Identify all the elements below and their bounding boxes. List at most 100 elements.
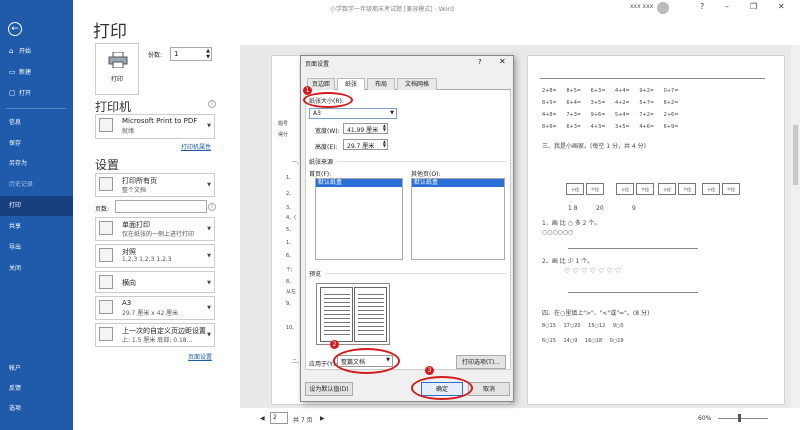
user-name[interactable]: xxx xxx: [630, 3, 653, 10]
maximize-button[interactable]: ❐: [750, 2, 757, 11]
spin-arrows-icon[interactable]: ▲ ▼: [206, 48, 210, 60]
spin-arrows-icon[interactable]: ▲ ▼: [383, 124, 386, 132]
copies-label: 份数:: [148, 52, 163, 59]
sides-select[interactable]: 单面打印 仅在纸张的一侧上进行打印 ▼: [95, 217, 215, 241]
dialog-title: 页面设置: [305, 61, 330, 68]
settings-heading: 设置: [95, 158, 120, 172]
avatar[interactable]: [657, 2, 669, 14]
rule: [568, 248, 698, 249]
zoom-level: 60%: [698, 415, 712, 422]
sidebar-item-save-as[interactable]: 另存为: [0, 154, 73, 174]
annotation-circle-ok: [411, 376, 473, 400]
rule: [540, 78, 765, 79]
pages-input[interactable]: [115, 200, 207, 213]
annotation-badge-1: 1: [303, 86, 312, 95]
sidebar-item-print[interactable]: 打印: [0, 196, 73, 216]
preview-label: 预览: [309, 271, 322, 278]
close-icon[interactable]: ✕: [499, 57, 506, 66]
sidebar-item-close[interactable]: 关闭: [0, 259, 73, 279]
thumbnail-page: [354, 287, 387, 342]
sidebar-item-history[interactable]: 历史记录: [0, 175, 73, 195]
first-page-tray-list[interactable]: 默认纸盒: [315, 178, 403, 260]
title-bar: 小学数学一年级期末考试题 [兼容模式] - Word xxx xxx ? – ❐…: [0, 0, 800, 16]
list-item[interactable]: 默认纸盒: [412, 179, 504, 187]
chevron-down-icon: ▼: [207, 305, 211, 311]
printer-heading: 打印机: [95, 100, 132, 114]
orientation-select[interactable]: 横向 ▼: [95, 271, 215, 293]
preview-page-right: 2+8= 8+5= 6+3= 4+4= 9+2= 0+7= 8+5= 6+4= …: [527, 55, 785, 405]
collate-icon: [99, 248, 113, 262]
sidebar-item-open[interactable]: ▢ 打开: [0, 83, 73, 103]
dialog-tabs: 页边距 纸张 布局 文档网格: [305, 78, 511, 91]
group-line: [325, 273, 507, 274]
annotation-circle-paper-size: [303, 92, 353, 108]
sidebar-item-feedback[interactable]: 反馈: [0, 379, 73, 399]
other-pages-tray-list[interactable]: 默认纸盒: [411, 178, 505, 260]
print-range-select[interactable]: 打印所有页 整个文档 ▼: [95, 173, 215, 197]
zoom-slider-handle[interactable]: [738, 414, 741, 422]
chevron-down-icon: ▼: [207, 226, 211, 232]
height-stepper[interactable]: 29.7 厘米 ▲ ▼: [343, 139, 388, 150]
print-options-button[interactable]: 打印选项(T)...: [456, 355, 506, 369]
info-icon[interactable]: i: [208, 100, 216, 108]
sidebar-item-export[interactable]: 导出: [0, 238, 73, 258]
first-page-label: 首页(F):: [309, 171, 332, 178]
width-stepper[interactable]: 41.99 厘米 ▲ ▼: [343, 123, 388, 134]
page-number-input[interactable]: 2: [270, 412, 288, 424]
back-arrow-icon[interactable]: ←: [8, 22, 22, 36]
sidebar-item-home[interactable]: ⌂ 开始: [0, 41, 73, 61]
width-label: 宽度(W):: [315, 128, 340, 135]
paper-size-select[interactable]: A3 29.7 厘米 x 42 厘米 ▼: [95, 296, 215, 320]
minimize-button[interactable]: –: [725, 2, 729, 11]
help-icon[interactable]: ?: [700, 2, 704, 11]
printer-select[interactable]: Microsoft Print to PDF 就绪 ▼: [95, 114, 215, 139]
print-button-label: 打印: [110, 76, 123, 83]
sidebar-item-info[interactable]: 信息: [0, 113, 73, 133]
close-window-button[interactable]: ✕: [778, 2, 785, 11]
tab-layout[interactable]: 布局: [367, 78, 395, 90]
zoom-slider[interactable]: [718, 418, 768, 419]
set-as-default-button[interactable]: 设为默认值(D): [305, 382, 353, 396]
height-label: 高度(E):: [315, 144, 338, 151]
printer-properties-link[interactable]: 打印机属性: [181, 142, 211, 151]
page-total: 共 7 页: [293, 417, 313, 424]
page-setup-link[interactable]: 页面设置: [188, 352, 212, 361]
sidebar-item-save[interactable]: 保存: [0, 134, 73, 154]
spin-arrows-icon[interactable]: ▲ ▼: [383, 140, 386, 148]
scrollbar-thumb[interactable]: [793, 125, 798, 185]
tab-document-grid[interactable]: 文档网格: [397, 78, 437, 90]
print-button[interactable]: 打印: [95, 43, 139, 95]
other-pages-label: 其他页(O):: [411, 171, 441, 178]
list-item[interactable]: 默认纸盒: [316, 179, 402, 187]
sidebar-item-new[interactable]: ▭ 新建: [0, 62, 73, 82]
home-icon: ⌂: [9, 47, 14, 55]
sidebar-item-options[interactable]: 选项: [0, 399, 73, 419]
margins-select[interactable]: 上一次的自定义页边距设置 上: 1.5 厘米 底部: 0.18... ▼: [95, 323, 215, 347]
copies-stepper[interactable]: 1 ▲ ▼: [170, 47, 212, 61]
annotation-circle-apply-to: [333, 348, 400, 374]
printer-device-icon: [99, 118, 113, 132]
cancel-button[interactable]: 取消: [468, 382, 510, 396]
sidebar-item-account[interactable]: 帐户: [0, 359, 73, 379]
chevron-down-icon: ▼: [207, 123, 211, 129]
backstage-sidebar: ← ⌂ 开始 ▭ 新建 ▢ 打开 信息 保存 另存为 历史记录 打印 共享 导出 关闭…: [0, 0, 73, 430]
collate-select[interactable]: 对照 1,2,3 1,2,3 1,2,3 ▼: [95, 244, 215, 268]
help-icon[interactable]: ?: [478, 58, 482, 66]
rule: [568, 292, 698, 293]
info-icon[interactable]: i: [208, 203, 216, 211]
paper-source-label: 纸张来源: [309, 159, 334, 166]
vertical-scrollbar[interactable]: [791, 45, 800, 408]
sidebar-item-share[interactable]: 共享: [0, 217, 73, 237]
next-page-icon[interactable]: ▶: [320, 415, 325, 422]
chevron-down-icon: ▼: [390, 110, 394, 116]
pages-icon: [99, 177, 113, 191]
chevron-down-icon: ▼: [207, 253, 211, 259]
paper-size-dropdown[interactable]: A3 ▼: [309, 108, 397, 119]
page-preview-thumbnail: [316, 283, 390, 345]
printer-icon: [108, 52, 128, 68]
group-line: [337, 161, 507, 162]
folder-icon: ▢: [9, 89, 16, 97]
previous-page-icon[interactable]: ◀: [260, 415, 265, 422]
new-doc-icon: ▭: [9, 68, 16, 76]
paper-icon: [99, 300, 113, 314]
